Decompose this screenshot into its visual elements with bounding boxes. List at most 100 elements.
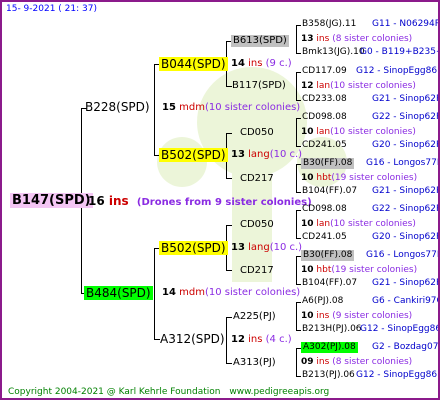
gen3-count-8: 09 (301, 357, 314, 367)
connector (296, 348, 297, 377)
connector (296, 210, 301, 211)
gen3-queen-1[interactable]: B613(SPD) (231, 35, 289, 47)
sire-note: (10 sister colonies) (204, 102, 301, 113)
connector (296, 256, 297, 285)
gen4-info-13: G6 - Cankiri97Q (372, 296, 440, 306)
gen3-queen-6[interactable]: CD217 (240, 266, 274, 276)
gen3-unit-3: lan (316, 127, 331, 137)
gen4-queen-5[interactable]: CD098.08 (302, 113, 347, 122)
gen3-queen-8[interactable]: A313(PJ) (233, 358, 276, 368)
gen3-unit-6: hbt (316, 265, 332, 275)
gen4-info-3: G12 - SinopEgg86R (356, 66, 440, 76)
dam-count: 14 (162, 287, 176, 298)
connector (226, 270, 232, 271)
gen3-queen-4[interactable]: CD217 (240, 174, 274, 184)
gen2-count-1: 14 (231, 58, 245, 69)
gen3-unit-4: hbt (316, 173, 332, 183)
gen4-queen-16[interactable]: B213(PJ).06 (302, 371, 355, 380)
gen4-info-7: G16 - Longos77R (366, 158, 440, 168)
gen3-note-6: (19 sister colonies) (331, 265, 418, 275)
gen4-queen-10[interactable]: CD241.05 (302, 233, 347, 242)
connector (296, 72, 301, 73)
gen2-queen-1[interactable]: B044(SPD) (159, 57, 228, 71)
site-link[interactable]: www.pedigreeapis.org (229, 387, 329, 397)
gen3-count-4: 10 (301, 173, 314, 183)
connector (296, 302, 301, 303)
copyright-text: Copyright 2004-2021 @ Karl Kehrle Founda… (8, 387, 221, 397)
root-count: 16 (88, 194, 105, 208)
gen2-count-3: 13 (231, 242, 245, 253)
gen4-queen-14[interactable]: B213H(PJ).06 (302, 325, 362, 334)
connector (296, 330, 301, 331)
gen2-unit-2: lang (248, 149, 270, 160)
gen3-note-4: (19 sister colonies) (331, 173, 418, 183)
connector (226, 317, 227, 363)
gen3-unit-5: lan (316, 219, 331, 229)
gen3-count-2: 12 (301, 81, 314, 91)
gen3-note-1: (8 sister colonies) (332, 34, 413, 44)
gen4-queen-4[interactable]: CD233.08 (302, 95, 347, 104)
dam-queen[interactable]: B484(SPD) (84, 286, 153, 300)
gen2-queen-2[interactable]: B502(SPD) (159, 148, 228, 162)
gen3-stats-8: 09 ins (8 sister colonies) (301, 358, 412, 367)
connector (296, 100, 301, 101)
gen4-queen-12[interactable]: B104(FF).07 (302, 279, 357, 288)
root-queen[interactable]: B147(SPD) (10, 193, 93, 208)
gen3-note-5: (10 sister colonies) (330, 219, 416, 229)
gen3-stats-2: 12 lan(10 sister colonies) (301, 82, 416, 91)
gen3-queen-7[interactable]: A225(PJ) (233, 312, 276, 322)
gen4-queen-9[interactable]: CD098.08 (302, 205, 347, 214)
gen3-count-1: 13 (301, 34, 314, 44)
gen3-stats-6: 10 hbt(19 sister colonies) (301, 266, 417, 275)
connector (296, 210, 297, 239)
gen3-count-7: 10 (301, 311, 314, 321)
gen4-info-11: G16 - Longos77R (366, 250, 440, 260)
gen2-count-2: 13 (231, 149, 245, 160)
gen2-count-4: 12 (231, 334, 245, 345)
gen3-unit-2: lan (316, 81, 331, 91)
gen4-queen-8[interactable]: B104(FF).07 (302, 187, 357, 196)
gen4-info-14: G12 - SinopEgg86R (360, 324, 440, 334)
gen4-info-4: G21 - Sinop62R (372, 94, 440, 104)
gen3-queen-3[interactable]: CD050 (240, 128, 274, 138)
gen3-unit-8: ins (316, 357, 330, 367)
gen3-queen-2[interactable]: B117(SPD) (232, 81, 286, 91)
dam-unit: mdm (179, 287, 205, 298)
connector (226, 317, 232, 318)
connector (154, 64, 155, 156)
gen4-info-1: G11 - N06294R (372, 19, 440, 29)
gen4-queen-13[interactable]: A6(PJ).08 (302, 297, 343, 306)
connector (296, 118, 301, 119)
gen2-unit-4: ins (248, 334, 263, 345)
gen2-note-4: (4 c.) (265, 334, 292, 345)
gen2-note-1: (9 c.) (265, 58, 292, 69)
sire-queen[interactable]: B228(SPD) (85, 101, 150, 113)
sire-unit: mdm (179, 102, 205, 113)
gen4-queen-11[interactable]: B30(FF).08 (301, 250, 355, 261)
gen4-info-5: G22 - Sinop62R (372, 112, 440, 122)
gen3-unit-1: ins (316, 34, 330, 44)
gen4-queen-2[interactable]: Bmk13(JG).10 (302, 48, 365, 57)
connector (296, 164, 297, 193)
connector (296, 376, 301, 377)
dam-stats: 14 mdm(10 sister colonies) (162, 288, 300, 298)
gen3-note-8: (8 sister colonies) (332, 357, 413, 367)
gen3-stats-4: 10 hbt(19 sister colonies) (301, 174, 417, 183)
gen4-info-6: G20 - Sinop62R (372, 140, 440, 150)
gen4-queen-6[interactable]: CD241.05 (302, 141, 347, 150)
gen3-stats-5: 10 lan(10 sister colonies) (301, 220, 416, 229)
connector (226, 225, 232, 226)
gen4-queen-15[interactable]: A302(PJ).08 (301, 342, 358, 353)
gen4-info-16: G12 - SinopEgg86R (356, 370, 440, 380)
gen2-queen-4[interactable]: A312(SPD) (160, 333, 225, 345)
gen4-queen-1[interactable]: B358(JG).11 (302, 20, 356, 29)
gen4-queen-7[interactable]: B30(FF).08 (301, 158, 355, 169)
gen3-queen-5[interactable]: CD050 (240, 220, 274, 230)
pedigree-panel: 15- 9-2021 ( 21: 37) B147(SPD) 16 ins (D… (0, 0, 440, 400)
gen3-stats-7: 10 ins (9 sister colonies) (301, 312, 412, 321)
gen3-count-5: 10 (301, 219, 314, 229)
gen2-stats-1: 14 ins (9 c.) (231, 59, 292, 69)
gen2-queen-3[interactable]: B502(SPD) (159, 241, 228, 255)
gen4-queen-3[interactable]: CD117.09 (302, 67, 347, 76)
connector (296, 192, 301, 193)
